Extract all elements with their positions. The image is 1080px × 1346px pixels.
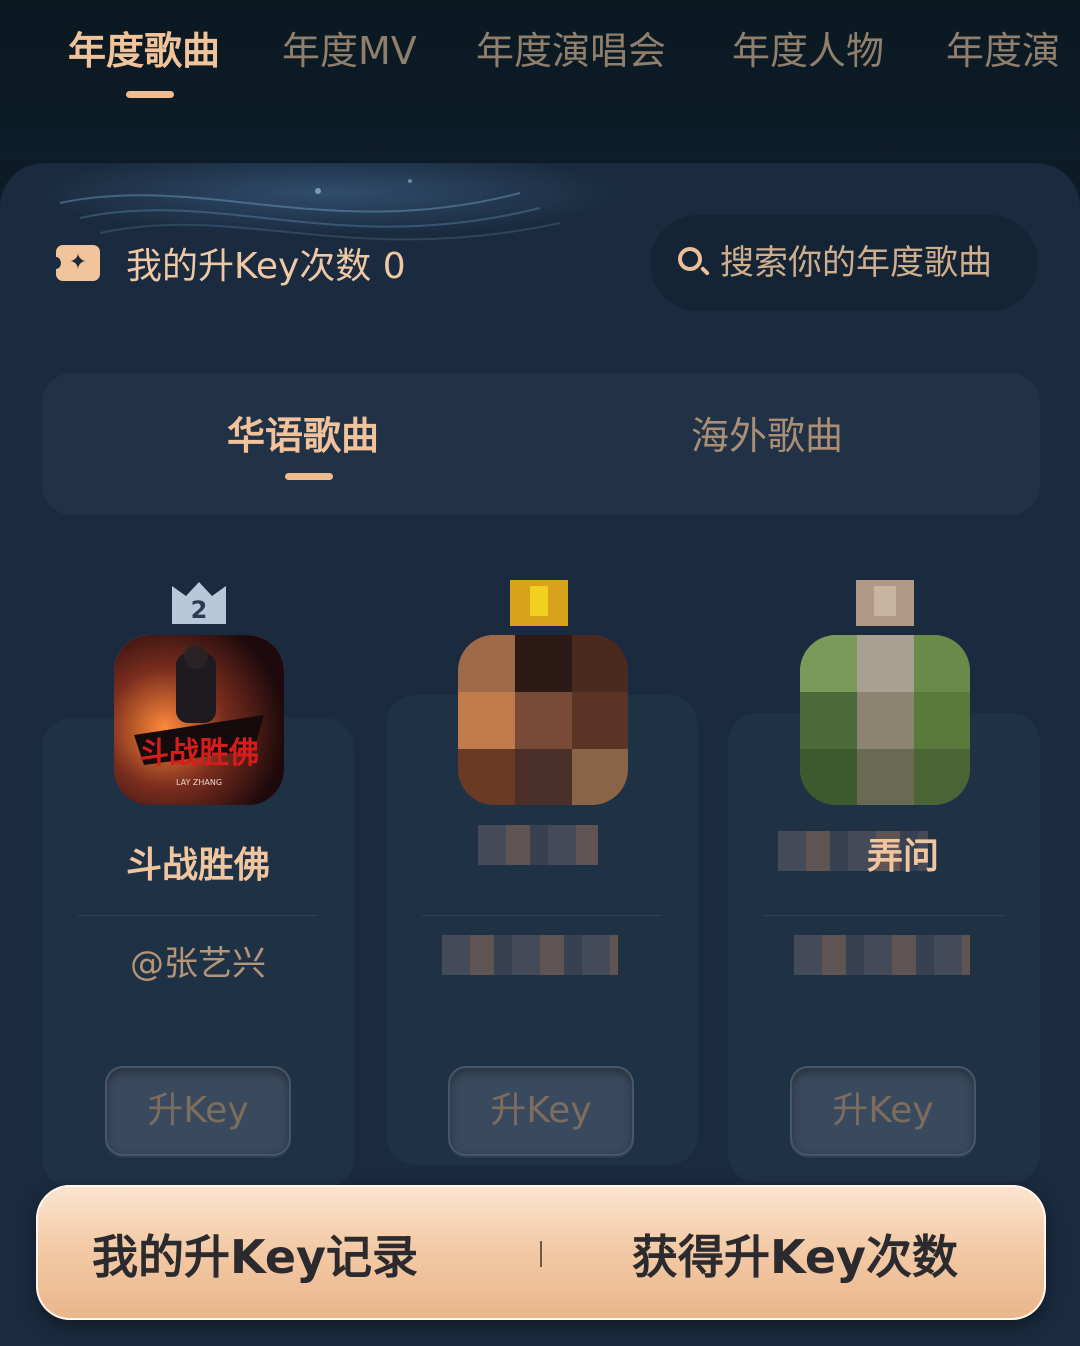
boost-key-button[interactable]: 升Key [790, 1066, 976, 1156]
category-tab-bar: 年度歌曲 年度MV 年度演唱会 年度人物 年度演 [0, 0, 1080, 160]
song-artist[interactable]: @张艺兴 [42, 936, 354, 985]
rank-crown-icon: 2 [172, 582, 226, 624]
divider [422, 915, 662, 916]
tab-annual-concert[interactable]: 年度演唱会 [476, 26, 666, 76]
song-cover[interactable] [458, 635, 628, 805]
boost-key-button[interactable]: 升Key [105, 1066, 291, 1156]
tab-annual-mv[interactable]: 年度MV [282, 26, 417, 76]
divider [78, 915, 318, 916]
active-tab-indicator [126, 91, 174, 98]
cover-art [800, 635, 970, 805]
boost-key-button[interactable]: 升Key [448, 1066, 634, 1156]
tab-annual-performance[interactable]: 年度演 [946, 26, 1060, 76]
rank-crown-icon [856, 580, 914, 626]
main-panel: ✦ 我的升Key次数 0 华语歌曲 海外歌曲 斗战胜佛 @张艺兴 升Key 斗战… [0, 163, 1080, 1346]
search-icon [678, 247, 702, 271]
bottom-separator [540, 1241, 542, 1267]
key-count-label: 我的升Key次数 0 [126, 246, 406, 287]
cover-subtitle-text: LAY ZHANG [176, 778, 222, 787]
ticket-icon: ✦ [51, 245, 100, 281]
cover-title-text: 斗战胜佛 [139, 736, 259, 771]
my-key-record-link[interactable]: 我的升Key记录 [92, 1221, 418, 1287]
song-title: 斗战胜佛 [125, 845, 270, 886]
cover-art: 斗战胜佛 LAY ZHANG [114, 635, 284, 805]
active-subtab-indicator [285, 473, 333, 480]
song-title-hidden [478, 825, 598, 865]
divider [764, 915, 1004, 916]
cover-art [458, 635, 628, 805]
tab-annual-person[interactable]: 年度人物 [732, 26, 884, 76]
tab-annual-songs[interactable]: 年度歌曲 [68, 26, 220, 76]
song-cover[interactable]: 斗战胜佛 LAY ZHANG [114, 635, 284, 805]
song-cover[interactable] [800, 635, 970, 805]
key-count-value: 0 [382, 246, 406, 287]
key-count-row: ✦ 我的升Key次数 0 [51, 243, 406, 287]
song-artist-hidden [794, 935, 970, 975]
search-box[interactable] [650, 215, 1038, 311]
bottom-action-bar: 我的升Key记录 获得升Key次数 [36, 1185, 1046, 1320]
rank-number: 2 [191, 596, 208, 624]
tab-chinese-songs[interactable]: 华语歌曲 [227, 411, 379, 461]
song-artist-hidden [442, 935, 618, 975]
song-title: 弄问 [866, 836, 939, 877]
region-tab-bar: 华语歌曲 海外歌曲 [42, 373, 1040, 515]
get-key-count-link[interactable]: 获得升Key次数 [632, 1221, 958, 1287]
tab-overseas-songs[interactable]: 海外歌曲 [691, 411, 843, 461]
rank-crown-icon [510, 580, 568, 626]
search-input[interactable] [720, 237, 1020, 289]
